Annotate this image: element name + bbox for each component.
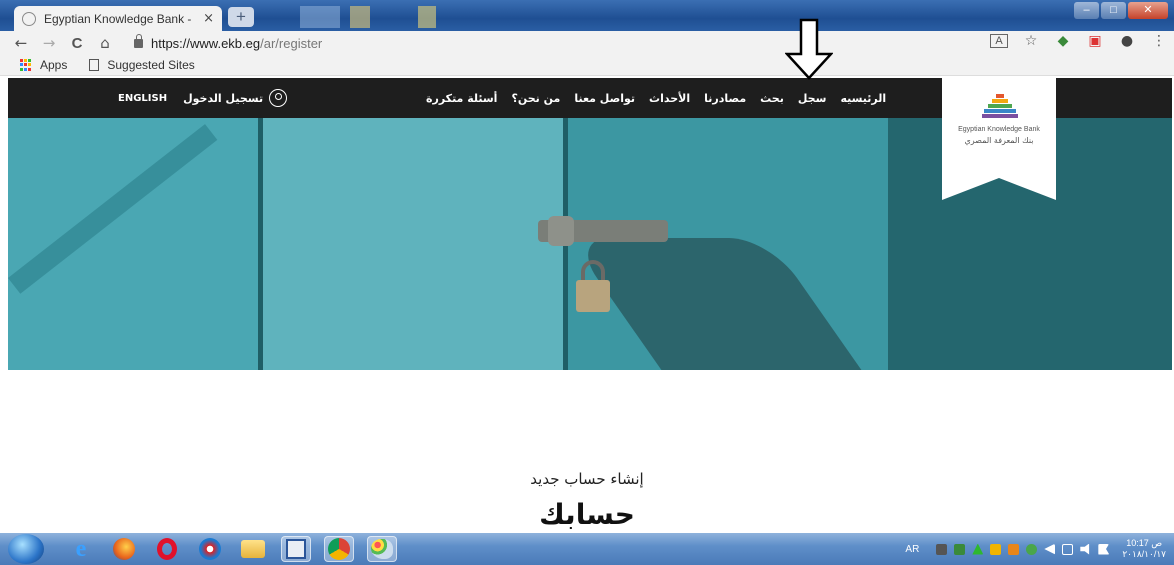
background-thumbnail: [350, 6, 370, 28]
taskbar-clock[interactable]: 10:17 ص ٢٠١٨/١٠/١٧: [1122, 538, 1166, 560]
network-icon[interactable]: [1062, 543, 1074, 555]
background-thumbnail: [300, 6, 340, 28]
tray-app-icon[interactable]: [1026, 543, 1038, 555]
tab-title: Egyptian Knowledge Bank - Regi: [44, 11, 195, 26]
nav-contact[interactable]: تواصل معنا: [574, 92, 635, 105]
login-link[interactable]: تسجيل الدخول: [183, 89, 288, 107]
nav-account-area: ENGLISH تسجيل الدخول: [118, 78, 288, 118]
nav-about[interactable]: من نحن؟: [511, 92, 560, 105]
taskbar-apps: e: [66, 536, 397, 562]
reload-button[interactable]: C: [66, 35, 88, 52]
logo-text-en: Egyptian Knowledge Bank: [958, 126, 1040, 133]
url-host: https://www.ekb.eg: [151, 35, 261, 51]
tab-close-icon[interactable]: ×: [203, 11, 214, 26]
hasp-knob: [548, 216, 574, 246]
system-tray: AR 10:17 ص ٢٠١٨/١٠/١٧: [905, 533, 1166, 565]
nav-home[interactable]: الرئيسيه: [840, 92, 886, 105]
page-subtitle: إنشاء حساب جديد: [530, 470, 644, 488]
extension-icon[interactable]: ◆: [1054, 33, 1072, 49]
forward-button[interactable]: →: [38, 34, 60, 52]
toolbar-right-icons: A ☆ ◆ ▣ ● ⋮: [990, 33, 1168, 49]
user-icon: [269, 89, 288, 107]
tray-app-icon[interactable]: [954, 543, 966, 555]
nav-register[interactable]: سجل: [798, 92, 827, 105]
star-icon[interactable]: ☆: [1022, 33, 1040, 49]
explorer-icon[interactable]: [238, 536, 268, 562]
tab-strip: Egyptian Knowledge Bank - Regi × + – □ ✕: [0, 0, 1174, 31]
url-text: https://www.ekb.eg/ar/register: [151, 36, 322, 51]
lock-icon: [134, 33, 143, 48]
favicon-icon: [22, 11, 36, 26]
nav-search[interactable]: بحث: [760, 92, 784, 105]
back-button[interactable]: ←: [10, 34, 32, 52]
tray-app-icon[interactable]: [1008, 543, 1020, 555]
padlock-icon: [576, 280, 610, 312]
url-path: /ar/register: [260, 35, 323, 51]
background-thumbnail: [418, 6, 436, 28]
chrome-icon[interactable]: [324, 536, 354, 562]
new-tab-button[interactable]: +: [228, 7, 254, 27]
translate-icon[interactable]: A: [990, 34, 1008, 48]
home-button[interactable]: ⌂: [94, 34, 116, 52]
door-plank: [263, 118, 563, 370]
nav-events[interactable]: الأحداث: [649, 92, 690, 105]
word-icon[interactable]: [281, 536, 311, 562]
main-content: إنشاء حساب جديد حسابك: [0, 370, 1174, 535]
profile-icon[interactable]: ●: [1118, 33, 1136, 49]
pocket-icon[interactable]: ▣: [1086, 33, 1104, 49]
bookmarks-bar: Apps Suggested Sites: [0, 55, 1174, 76]
start-button[interactable]: [8, 534, 44, 564]
tray-arrow-icon[interactable]: [1044, 543, 1056, 555]
language-toggle[interactable]: ENGLISH: [118, 93, 167, 104]
windows-taskbar: e AR 10:17 ص ٢٠١٨/١٠/١٧: [0, 533, 1174, 565]
maximize-button[interactable]: □: [1101, 2, 1126, 19]
language-indicator[interactable]: AR: [905, 544, 919, 555]
page-icon: [89, 59, 100, 71]
nav-links: الرئيسيه سجل بحث مصادرنا الأحداث تواصل م…: [426, 78, 886, 118]
address-bar[interactable]: https://www.ekb.eg/ar/register: [128, 33, 958, 53]
tray-drive-icon[interactable]: [972, 543, 984, 555]
clock-date: ٢٠١٨/١٠/١٧: [1122, 549, 1166, 559]
nav-resources[interactable]: مصادرنا: [704, 92, 746, 105]
volume-icon[interactable]: [1080, 543, 1090, 555]
firefox-icon[interactable]: [109, 536, 139, 562]
login-label: تسجيل الدخول: [183, 91, 264, 105]
logo-text-ar: بنك المعرفة المصري: [964, 136, 1034, 145]
flag-icon[interactable]: [1098, 543, 1110, 555]
close-window-button[interactable]: ✕: [1128, 2, 1168, 19]
page-title: حسابك: [539, 498, 635, 531]
menu-icon[interactable]: ⋮: [1150, 33, 1168, 49]
window-controls: – □ ✕: [1074, 2, 1168, 19]
bookmark-apps[interactable]: Apps: [40, 58, 67, 72]
apps-icon[interactable]: [20, 59, 32, 71]
tray-app-icon[interactable]: [936, 543, 948, 555]
ie-icon[interactable]: e: [66, 536, 96, 562]
browser-toolbar: ← → C ⌂ https://www.ekb.eg/ar/register A…: [0, 31, 1174, 55]
opera-icon[interactable]: [152, 536, 182, 562]
door-plank: [8, 118, 258, 370]
nav-faq[interactable]: أسئلة متكررة: [426, 92, 497, 105]
pyramid-logo-icon: [982, 94, 1018, 118]
paint-icon[interactable]: [367, 536, 397, 562]
minimize-button[interactable]: –: [1074, 2, 1099, 19]
browser-tab[interactable]: Egyptian Knowledge Bank - Regi ×: [14, 6, 222, 31]
annotation-arrow-icon: [785, 18, 833, 80]
skype-icon[interactable]: [195, 536, 225, 562]
bookmark-suggested-sites[interactable]: Suggested Sites: [107, 58, 194, 72]
clock-time: 10:17 ص: [1126, 538, 1163, 548]
tray-app-icon[interactable]: [990, 543, 1002, 555]
